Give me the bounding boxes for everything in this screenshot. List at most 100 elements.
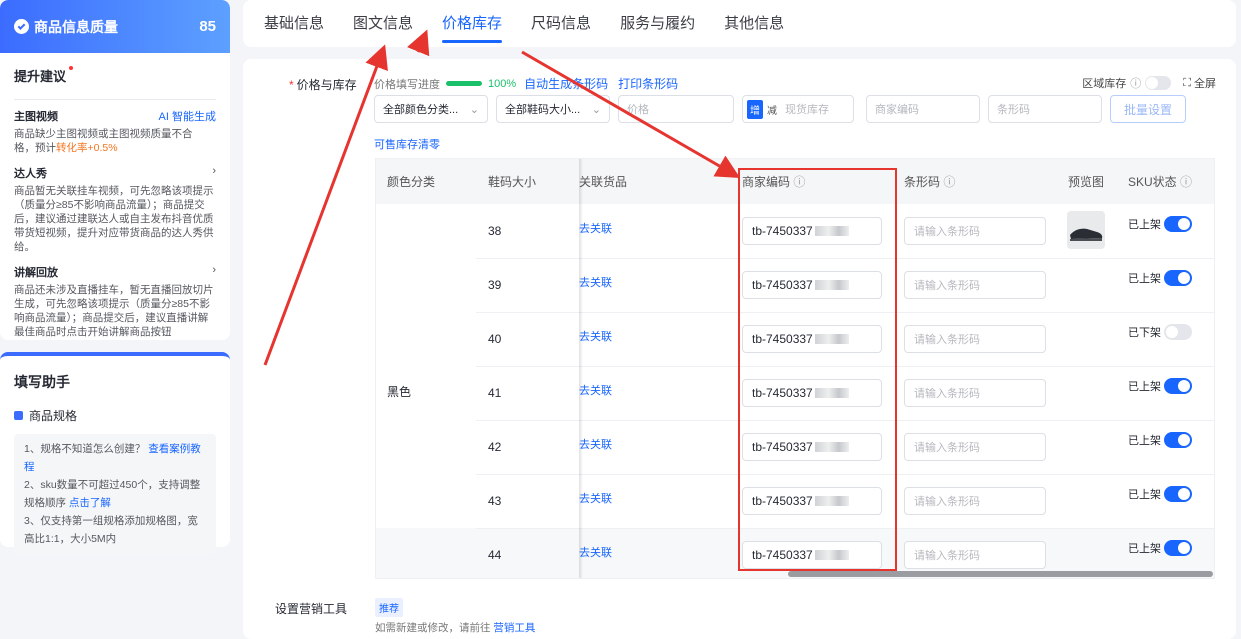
fullscreen-label[interactable]: 全屏: [1194, 75, 1216, 91]
region-stock-toggle[interactable]: [1145, 76, 1172, 90]
marketing-note: 如需新建或修改，请前往 营销工具: [375, 620, 535, 635]
shoe-icon: [1070, 228, 1103, 241]
suggest-item-desc: 商品还未涉及直播挂车，暂无直播回放切片生成，可先忽略该项提示（质量分≥85不影响…: [14, 284, 214, 338]
tab-bar: 基础信息 图文信息 价格库存 尺码信息 服务与履约 其他信息: [243, 0, 1236, 47]
progress-row: 价格填写进度 100% 自动生成条形码 打印条形码: [374, 75, 688, 92]
tip-text: 2、sku数量不可超过450个，支持调整规格顺序: [24, 479, 201, 509]
check-circle-icon: [14, 19, 29, 34]
progress-value: 100%: [488, 77, 517, 90]
suggest-item-desc: 商品暂无关联挂车视频，可先忽略该项提示（质量分≥85不影响商品流量）；商品提交后…: [14, 185, 214, 253]
relate-link[interactable]: 去关联: [579, 328, 612, 344]
horizontal-scrollbar[interactable]: [788, 571, 1213, 577]
color-cell: 黑色: [387, 385, 412, 399]
header-size: 鞋码大小: [488, 175, 537, 189]
tab-price-stock[interactable]: 价格库存: [442, 0, 503, 47]
print-barcode-button[interactable]: 打印条形码: [618, 75, 678, 92]
quality-header[interactable]: 商品信息质量 85: [0, 0, 230, 53]
status-text: 已上架: [1128, 489, 1161, 501]
quality-card: 商品信息质量 85 提升建议 主图视频 AI 智能生成 商品缺少主图视频或主图视频…: [0, 0, 230, 340]
tab-other[interactable]: 其他信息: [724, 0, 784, 47]
left-sidebar: 商品信息质量 85 提升建议 主图视频 AI 智能生成 商品缺少主图视频或主图视频…: [0, 0, 230, 632]
tab-size[interactable]: 尺码信息: [531, 0, 591, 47]
size-cell: 41: [488, 386, 502, 400]
barcode-input[interactable]: 条形码: [988, 95, 1102, 123]
size-filter-select[interactable]: 全部鞋码大小... ⌄: [496, 95, 610, 123]
status-toggle[interactable]: [1164, 270, 1192, 286]
price-input[interactable]: 价格: [618, 95, 734, 123]
chevron-right-icon: ›: [212, 264, 216, 276]
barcode-field[interactable]: 请输入条形码: [904, 541, 1046, 569]
relate-link[interactable]: 去关联: [579, 274, 612, 290]
barcode-field[interactable]: 请输入条形码: [904, 217, 1046, 245]
learn-more-link[interactable]: 点击了解: [69, 497, 111, 509]
header-relate: 关联货品: [579, 175, 628, 189]
status-text: 已上架: [1128, 219, 1161, 231]
status-toggle[interactable]: [1164, 378, 1192, 394]
increase-toggle[interactable]: 增: [747, 99, 763, 119]
suggest-item-name: 达人秀: [14, 168, 47, 180]
fixed-column-shadow: [579, 159, 583, 578]
top-right-controls: 区域库存 ⓘ ⛶ 全屏: [1082, 75, 1216, 91]
suggest-item-name: 主图视频: [14, 111, 58, 123]
preview-thumbnail[interactable]: [1067, 211, 1105, 249]
section-label-text: 价格与库存: [296, 78, 357, 92]
chevron-down-icon: ⌄: [469, 103, 479, 116]
status-text: 已下架: [1128, 327, 1161, 339]
suggest-item-replay[interactable]: 讲解回放 ›: [14, 264, 216, 280]
fullscreen-icon[interactable]: ⛶: [1183, 77, 1191, 90]
status-toggle[interactable]: [1164, 432, 1192, 448]
conversion-highlight: 转化率+0.5%: [56, 142, 118, 154]
sku-status: 已下架: [1128, 324, 1192, 340]
relate-link[interactable]: 去关联: [579, 220, 612, 236]
chevron-down-icon: ⌄: [591, 103, 601, 116]
barcode-field[interactable]: 请输入条形码: [904, 487, 1046, 515]
status-toggle[interactable]: [1164, 216, 1192, 232]
color-filter-value: 全部颜色分类...: [383, 104, 459, 116]
filter-row: 全部颜色分类... ⌄ 全部鞋码大小... ⌄ 价格 增减现货库存 商家编码 条形码…: [374, 95, 1187, 123]
merchant-code-input[interactable]: 商家编码: [866, 95, 980, 123]
clear-stock-link[interactable]: 可售库存清零: [374, 136, 440, 152]
progress-label: 价格填写进度: [374, 78, 440, 91]
size-cell: 44: [488, 548, 502, 562]
relate-link[interactable]: 去关联: [579, 382, 612, 398]
barcode-field[interactable]: 请输入条形码: [904, 271, 1046, 299]
ai-generate-link[interactable]: AI 智能生成: [159, 108, 216, 124]
relate-link[interactable]: 去关联: [579, 544, 612, 560]
highlight-box: [738, 168, 897, 571]
recommend-tag: 推荐: [375, 598, 403, 617]
auto-barcode-button[interactable]: 自动生成条形码: [524, 75, 608, 92]
barcode-field[interactable]: 请输入条形码: [904, 325, 1046, 353]
helper-title: 填写助手: [14, 374, 70, 390]
region-stock-label: 区域库存: [1082, 78, 1127, 90]
barcode-field[interactable]: 请输入条形码: [904, 379, 1046, 407]
helper-subtitle: 商品规格: [29, 409, 78, 423]
help-icon: ⓘ: [1130, 78, 1142, 90]
tab-media[interactable]: 图文信息: [353, 0, 413, 47]
progress-bar: [446, 81, 482, 86]
header-barcode: 条形码 ⓘ: [904, 173, 955, 190]
status-text: 已上架: [1128, 543, 1161, 555]
tab-basic[interactable]: 基础信息: [264, 0, 324, 47]
suggest-item-expert[interactable]: 达人秀 ›: [14, 165, 216, 181]
header-color: 颜色分类: [387, 175, 436, 189]
header-barcode-text: 条形码: [904, 175, 941, 189]
relate-link[interactable]: 去关联: [579, 436, 612, 452]
marketing-tool-link[interactable]: 营销工具: [493, 622, 535, 634]
stock-input[interactable]: 增减现货库存: [742, 95, 854, 123]
header-status-text: SKU状态: [1128, 175, 1177, 189]
decrease-toggle[interactable]: 减: [767, 102, 777, 117]
suggest-title: 提升建议: [14, 66, 74, 85]
status-toggle[interactable]: [1164, 486, 1192, 502]
size-cell: 43: [488, 494, 502, 508]
status-toggle[interactable]: [1164, 540, 1192, 556]
status-text: 已上架: [1128, 273, 1161, 285]
color-filter-select[interactable]: 全部颜色分类... ⌄: [374, 95, 488, 123]
suggest-item-name: 讲解回放: [14, 267, 58, 279]
batch-set-button[interactable]: 批量设置: [1110, 95, 1187, 123]
help-icon: ⓘ: [1180, 175, 1193, 189]
barcode-field[interactable]: 请输入条形码: [904, 433, 1046, 461]
status-toggle[interactable]: [1164, 324, 1192, 340]
divider: [14, 99, 216, 100]
relate-link[interactable]: 去关联: [579, 490, 612, 506]
tab-service[interactable]: 服务与履约: [620, 0, 695, 47]
